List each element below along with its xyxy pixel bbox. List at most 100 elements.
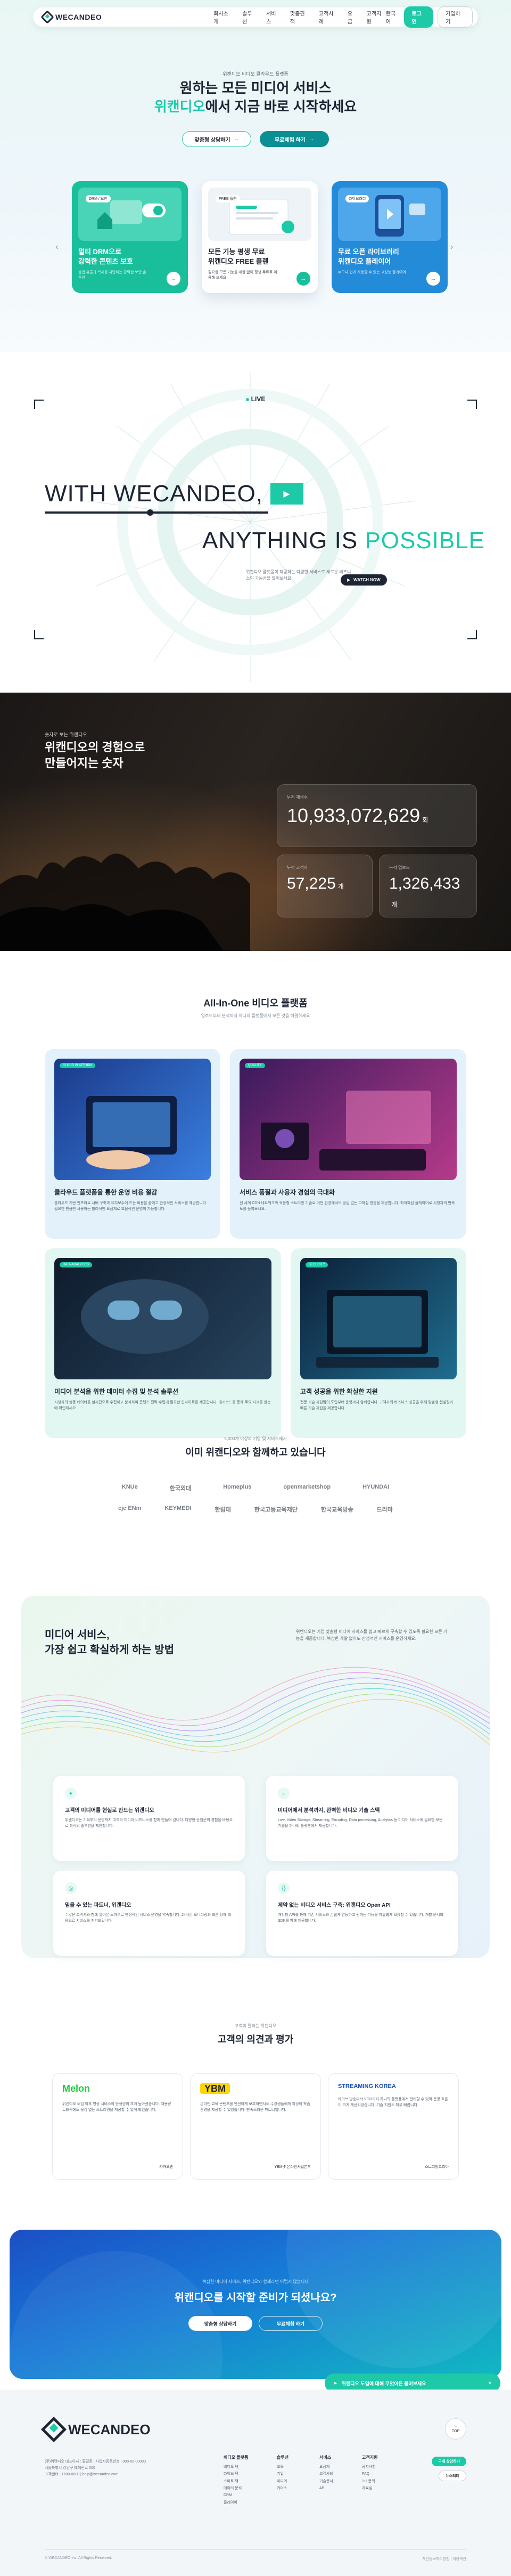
watch-now-button[interactable]: ▶ WATCH NOW xyxy=(341,574,387,586)
footer-column: 고객지원 공지사항 FAQ 1:1 문의 자료실 xyxy=(362,2455,378,2491)
bulb-icon: ✦ xyxy=(65,1787,77,1799)
cta-banner: 복잡한 미디어 서비스, 위캔디오와 함께라면 어렵지 않습니다 위캔디오를 시… xyxy=(10,2230,501,2379)
hero-eyebrow: 위캔디오 비디오 클라우드 플랫폼 xyxy=(222,71,289,77)
review-brand-logo: Melon xyxy=(62,2083,90,2094)
menu-item-solution[interactable]: 솔루션 xyxy=(242,9,257,25)
client-logos-row-1: KNUe 한국외대 Homeplus openmarketshop HYUNDA… xyxy=(0,1484,511,1492)
cta-title: 위캔디오를 시작할 준비가 되셨나요? xyxy=(174,2292,337,2304)
statement-line-2: ANYTHING IS POSSIBLE xyxy=(202,527,485,554)
footer-logo[interactable]: WECANDEO xyxy=(40,2416,151,2443)
signup-button[interactable]: 가입하기 xyxy=(438,6,473,28)
send-icon: ➤ xyxy=(333,2380,337,2386)
scroll-top-button[interactable]: ⌃ TOP xyxy=(445,2418,466,2440)
drm-illustration: DRM / 보안 xyxy=(78,188,182,241)
how-section: 미디어 서비스, 가장 쉽고 확실하게 하는 방법 위캔디오는 기업 맞춤형 미… xyxy=(0,1596,511,1979)
logo-mark-icon xyxy=(40,10,54,24)
carousel-prev-icon[interactable]: ‹ xyxy=(55,242,58,252)
client-logo: 한국외대 xyxy=(169,1485,192,1492)
reviews-title: 고객의 의견과 평가 xyxy=(217,2034,294,2045)
policy-links[interactable]: 개인정보처리방침 | 이용약관 xyxy=(422,2556,466,2562)
platform-card-analytics[interactable]: DATA ANALYTICS 미디어 분석을 위한 데이터 수집 및 분석 솔루… xyxy=(45,1248,281,1438)
newsletter-button[interactable]: 뉴스레터 xyxy=(439,2471,466,2481)
how-title: 미디어 서비스, 가장 쉽고 확실하게 하는 방법 xyxy=(45,1629,175,1656)
frame-corner xyxy=(467,630,477,639)
feature-card-title: 무료 오픈 라이브러리 위캔디오 플레이어 xyxy=(338,248,399,265)
client-logo: openmarketshop xyxy=(283,1484,331,1490)
stats-label: 숫자로 보는 위캔디오 xyxy=(45,732,87,737)
menu-item-about[interactable]: 회사소개 xyxy=(213,9,233,25)
free-trial-button[interactable]: 무료체험 하기 → xyxy=(260,131,329,147)
feature-card-player[interactable]: 라이브러리 무료 오픈 라이브러리 위캔디오 플레이어 누구나 쉽게 사용할 수… xyxy=(332,181,448,293)
arrow-right-icon[interactable]: → xyxy=(426,272,440,286)
company-info: (주)위캔디오 대표이사 : 홍길동 | 사업자등록번호 : 000-00-00… xyxy=(45,2460,146,2476)
login-button[interactable]: 로그인 xyxy=(404,6,434,28)
menu-item-support[interactable]: 고객지원 xyxy=(367,9,386,25)
studio-photo: QUALITY xyxy=(240,1059,457,1180)
arrow-right-icon: → xyxy=(233,136,239,142)
cta-consult-button[interactable]: 맞춤형 상담하기 xyxy=(188,2316,252,2331)
menu-item-cases[interactable]: 고객사례 xyxy=(319,9,338,25)
carousel-next-icon[interactable]: › xyxy=(450,242,453,252)
language-select[interactable]: 한국어 xyxy=(386,9,400,25)
review-brand-logo: YBM xyxy=(200,2083,311,2094)
live-dot-icon xyxy=(245,398,249,401)
top-navigation: WECANDEO 회사소개 솔루션 서비스 맞춤견적 고객사례 요금 고객지원 … xyxy=(33,6,478,28)
feature-card-drm[interactable]: DRM / 보안 멀티 DRM으로 강력한 콘텐츠 보호 불법 유출과 복제를 … xyxy=(72,181,188,293)
section-subtitle: 업로드부터 분석까지 하나의 플랫폼에서 모든 것을 해결하세요 xyxy=(201,1013,310,1018)
statistics-section: 숫자로 보는 위캔디오 위캔디오의 경험으로 만들어지는 숫자 누적 재생수 1… xyxy=(0,693,511,951)
hero-title: 원하는 모든 미디어 서비스 위캔디오에서 지금 바로 시작하세요 xyxy=(154,80,357,115)
client-logo: 한림대 xyxy=(215,1507,231,1513)
how-note: 위캔디오는 기업 맞춤형 미디어 서비스를 쉽고 빠르게 구축할 수 있도록 필… xyxy=(296,1629,448,1641)
cta-section: 복잡한 미디어 서비스, 위캔디오와 함께라면 어렵지 않습니다 위캔디오를 시… xyxy=(0,2230,511,2393)
review-card: YBM 온라인 교육 콘텐츠를 안전하게 보호하면서도 수강생들에게 최상의 학… xyxy=(190,2073,321,2180)
statement-divider xyxy=(45,511,268,514)
menu-item-quote[interactable]: 맞춤견적 xyxy=(290,9,309,25)
client-logo: HYUNDAI xyxy=(362,1484,390,1490)
copyright-bar: © WECANDEO Inc. All Rights Reserved. 개인정… xyxy=(45,2549,466,2562)
play-icon[interactable]: ▶ xyxy=(270,483,303,505)
client-logo: KNUe xyxy=(121,1484,138,1490)
client-logo: 한국고등교육재단 xyxy=(254,1507,298,1513)
client-logo: 드라마 xyxy=(376,1507,393,1513)
clients-title: 이미 위캔디오와 함께하고 있습니다 xyxy=(185,1447,326,1458)
cta-circles-graphic xyxy=(10,2230,501,2379)
clients-subtitle: 5,000개 이상의 기업 및 서비스에서 xyxy=(224,1436,287,1441)
footer: WECANDEO ⌃ TOP (주)위캔디오 대표이사 : 홍길동 | 사업자등록… xyxy=(0,2390,511,2576)
arrow-right-icon[interactable]: → xyxy=(296,272,310,286)
statement-description: 위캔디오 플랫폼이 제공하는 다양한 서비스로 새로운 비즈니스의 가능성을 열… xyxy=(246,570,351,581)
frame-corner xyxy=(34,630,44,639)
close-icon[interactable]: ✕ xyxy=(488,2380,492,2386)
how-card-partner: ◎ 믿을 수 있는 파트너, 위캔디오 수많은 고객사와 함께 쌓아온 노하우로… xyxy=(53,1871,245,1956)
logo-mark-icon xyxy=(40,2416,67,2443)
client-logos-row-2: cjc ENm KEYMEDI 한림대 한국고등교육재단 한국교육방송 드라마 xyxy=(0,1505,511,1514)
client-logo: KEYMEDI xyxy=(164,1505,192,1512)
platform-card-quality[interactable]: QUALITY 서비스 품질과 사용자 경험의 극대화 전 세계 CDN 네트워… xyxy=(230,1049,466,1239)
hero-section: WECANDEO 회사소개 솔루션 서비스 맞춤견적 고객사례 요금 고객지원 … xyxy=(0,0,511,352)
feature-card-free-plan[interactable]: FREE 플랜 모든 기능 평생 무료 위캔디오 FREE 플랜 필요한 모든 … xyxy=(202,181,318,293)
consult-button[interactable]: 맞춤형 상담하기 → xyxy=(182,131,251,147)
review-card: STREAMING KOREA 라이브 방송부터 VOD까지 하나의 플랫폼에서… xyxy=(328,2073,459,2180)
reviews-section: 고객이 말하는 위캔디오 고객의 의견과 평가 Melon 위캔디오 도입 이후… xyxy=(0,1979,511,2230)
footer-column: 솔루션 교육 기업 미디어 커머스 xyxy=(277,2455,289,2491)
arrow-right-icon[interactable]: → xyxy=(167,272,180,286)
stat-card-customers: 누적 고객사 57,225 개 xyxy=(277,855,373,917)
platform-card-support[interactable]: SECURITY 고객 성공을 위한 확실한 지원 전문 기술 지원팀이 도입부… xyxy=(291,1248,466,1438)
radial-rays-graphic xyxy=(85,373,416,682)
support-photo: SECURITY xyxy=(300,1258,457,1379)
reviews-subtitle: 고객이 말하는 위캔디오 xyxy=(234,2024,277,2028)
player-illustration: 라이브러리 xyxy=(338,188,441,241)
feature-card-title: 멀티 DRM으로 강력한 콘텐츠 보호 xyxy=(78,248,133,265)
clients-section: 5,000개 이상의 기업 및 서비스에서 이미 위캔디오와 함께하고 있습니다… xyxy=(0,1436,511,1596)
cta-free-trial-button[interactable]: 무료체험 하기 xyxy=(259,2316,323,2331)
platform-section: All-In-One 비디오 플랫폼 업로드부터 분석까지 하나의 플랫폼에서 … xyxy=(0,951,511,1438)
main-menu: 회사소개 솔루션 서비스 맞춤견적 고객사례 요금 고객지원 xyxy=(213,9,385,25)
platform-card-cloud[interactable]: CLOUD PLATFORM 클라우드 플랫폼을 통한 운영 비용 절감 클라우… xyxy=(45,1049,220,1239)
purchase-consult-button[interactable]: 구매 상담하기 xyxy=(432,2457,466,2466)
layers-icon: ≡ xyxy=(278,1787,290,1799)
menu-item-service[interactable]: 서비스 xyxy=(266,9,281,25)
menu-item-pricing[interactable]: 요금 xyxy=(348,9,357,25)
review-card: Melon 위캔디오 도입 이후 영상 서비스의 안정성이 크게 높아졌습니다.… xyxy=(52,2073,183,2180)
brand-statement-section: LIVE WITH WECANDEO, ▶ ANYTHING IS POSSIBL… xyxy=(0,352,511,693)
brand-logo[interactable]: WECANDEO xyxy=(40,10,102,24)
code-icon: {} xyxy=(278,1882,290,1894)
